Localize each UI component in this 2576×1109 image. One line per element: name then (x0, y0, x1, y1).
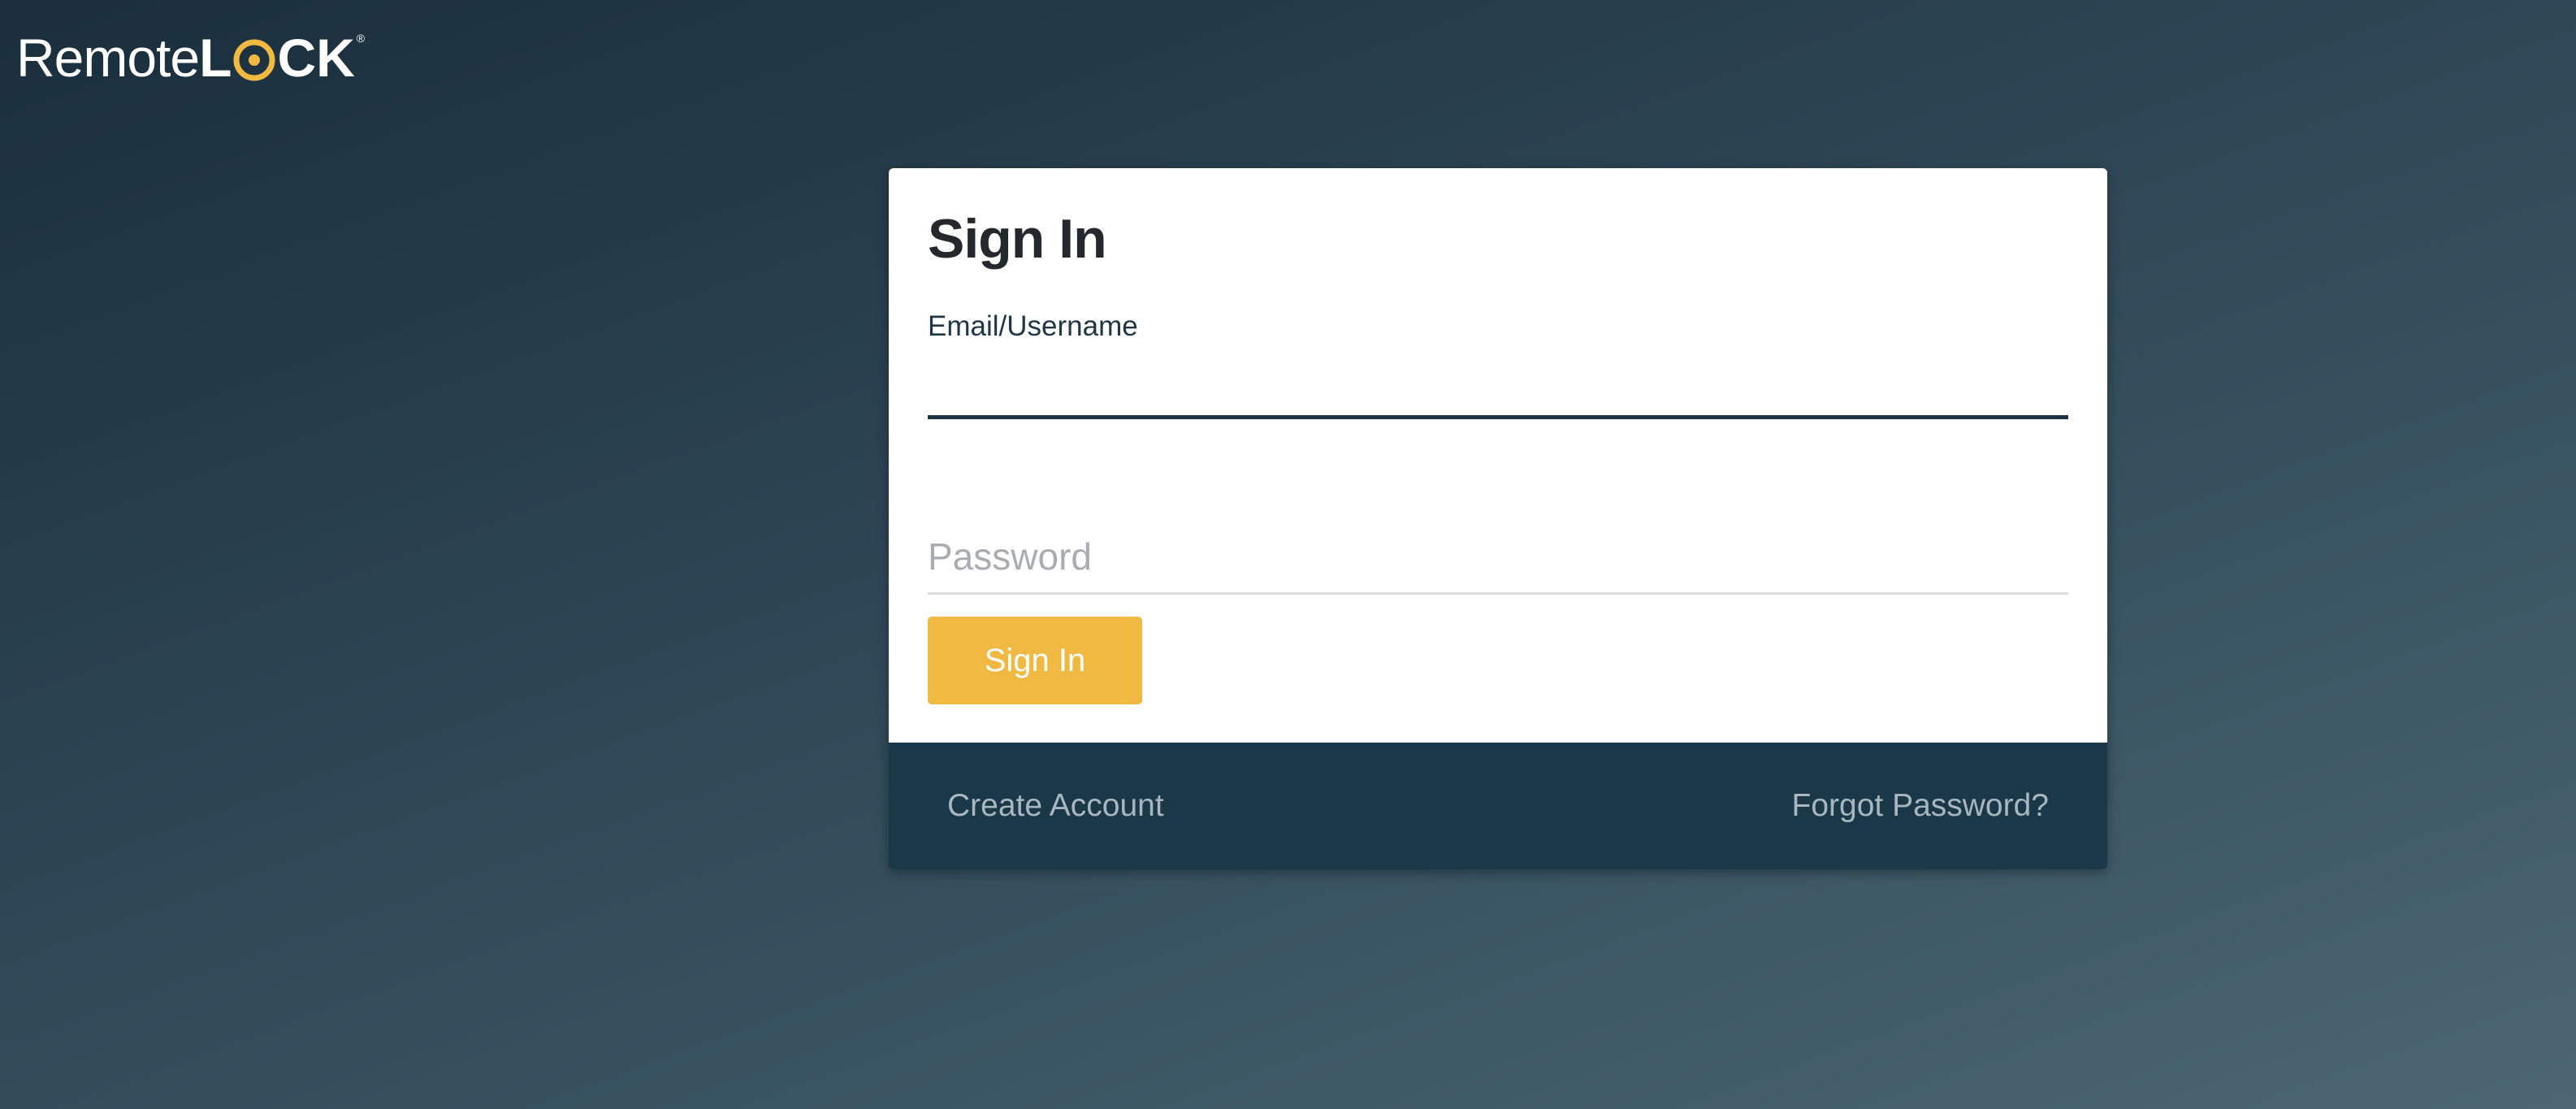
logo-lock-text: L CK (199, 31, 355, 84)
forgot-password-link[interactable]: Forgot Password? (1792, 788, 2049, 824)
create-account-link[interactable]: Create Account (947, 788, 1164, 824)
password-field[interactable] (928, 520, 2068, 595)
signin-form: Sign In Email/Username Sign In (889, 168, 2107, 743)
lock-wifi-icon (233, 39, 275, 81)
sign-in-button[interactable]: Sign In (928, 617, 1142, 704)
email-label: Email/Username (928, 310, 1138, 342)
logo-remote-text: Remote (16, 28, 200, 88)
remotelock-logo: Remote L CK ® (16, 28, 365, 88)
page-title: Sign In (928, 208, 1107, 270)
signin-footer: Create Account Forgot Password? (889, 743, 2107, 869)
email-field[interactable] (928, 351, 2068, 419)
trademark-symbol: ® (356, 32, 365, 45)
signin-card: Sign In Email/Username Sign In Create Ac… (889, 168, 2107, 869)
logo-lock-l: L (199, 28, 232, 88)
logo-lock-ck: CK (277, 28, 355, 88)
